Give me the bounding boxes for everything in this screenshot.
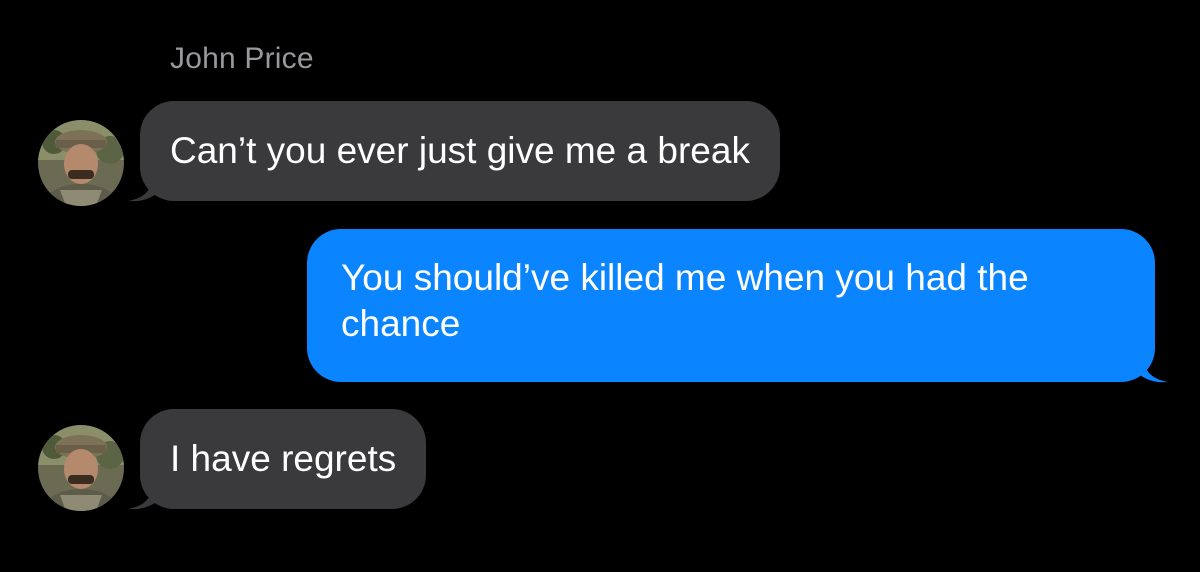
avatar-photo-icon [38, 425, 124, 511]
message-text: You should’ve killed me when you had the… [341, 257, 1029, 344]
contact-avatar[interactable] [38, 425, 124, 511]
message-bubble-incoming[interactable]: I have regrets [140, 409, 427, 509]
bubble-tail-icon [128, 178, 156, 202]
message-text: Can’t you ever just give me a break [170, 130, 750, 171]
message-text: I have regrets [170, 438, 397, 479]
message-bubble-outgoing[interactable]: You should’ve killed me when you had the… [307, 229, 1155, 382]
bubble-tail-icon [1140, 359, 1168, 383]
bubble-tail-icon [128, 486, 156, 510]
message-bubble-incoming[interactable]: Can’t you ever just give me a break [140, 101, 780, 201]
sender-name: John Price [170, 42, 314, 75]
avatar-photo-icon [38, 120, 124, 206]
contact-avatar[interactable] [38, 120, 124, 206]
